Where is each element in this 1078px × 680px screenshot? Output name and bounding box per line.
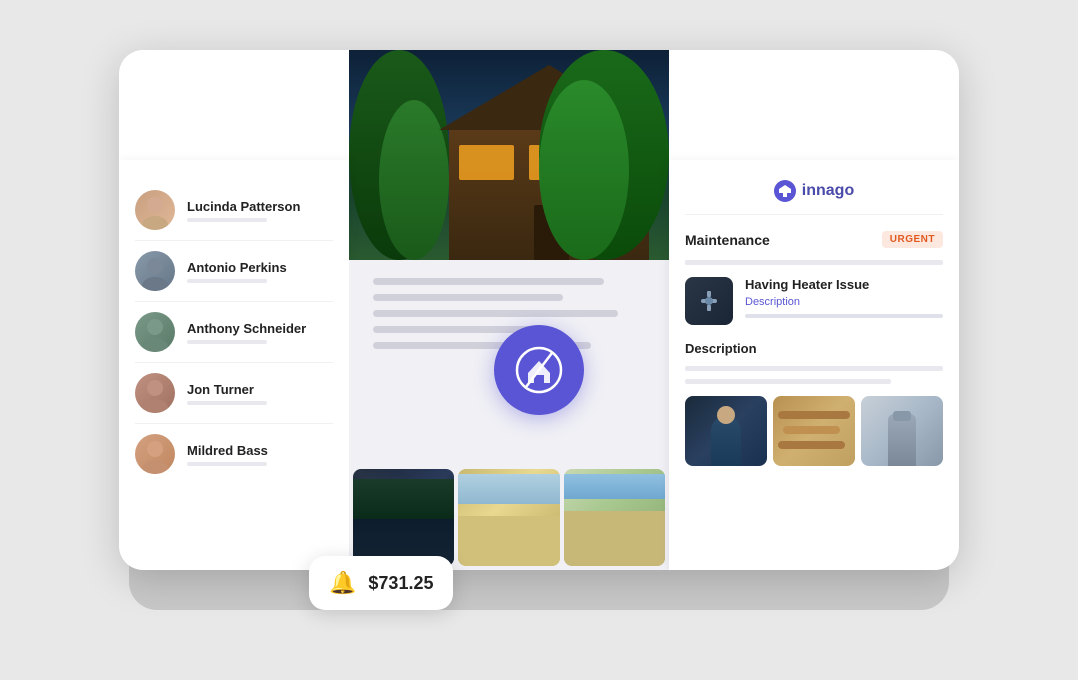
avatar-lucinda [135, 190, 175, 230]
tank-shape [888, 414, 916, 466]
description-title: Description [685, 341, 943, 356]
pipe-3 [778, 441, 845, 449]
tank-top [893, 411, 911, 421]
window-1 [459, 145, 514, 180]
maintenance-photo-pipes[interactable] [773, 396, 855, 466]
photo-row [349, 465, 669, 570]
notification-card[interactable]: 🔔 $731.25 [309, 556, 453, 610]
avatar-antonio [135, 251, 175, 291]
scene: Lucinda Patterson Antonio Perkins [109, 50, 969, 630]
description-section: Description [685, 341, 943, 384]
contact-bar-lucinda [187, 218, 267, 222]
maintenance-panel: innago Maintenance URGENT [669, 160, 959, 570]
contact-info-jon: Jon Turner [187, 382, 333, 405]
contact-info-mildred: Mildred Bass [187, 443, 333, 466]
pipe-2 [783, 426, 840, 434]
heater-issue[interactable]: Having Heater Issue Description [685, 277, 943, 325]
pipe-1 [778, 411, 850, 419]
maintenance-photo-worker[interactable] [685, 396, 767, 466]
avatar-mildred [135, 434, 175, 474]
innago-logo-icon [774, 180, 796, 202]
maintenance-bar [685, 260, 943, 265]
thumb2-sky [458, 474, 559, 504]
heater-desc: Description [745, 296, 943, 308]
content-bar-3 [373, 310, 618, 317]
contact-name-jon: Jon Turner [187, 382, 333, 397]
avatar-anthony [135, 312, 175, 352]
contact-name-mildred: Mildred Bass [187, 443, 333, 458]
contact-bar-antonio [187, 279, 267, 283]
avatar-jon [135, 373, 175, 413]
property-photo-2[interactable] [458, 469, 559, 566]
content-bar-4 [373, 326, 536, 333]
property-photo-3[interactable] [564, 469, 665, 566]
innago-logo: innago [685, 176, 943, 215]
worker-head [717, 406, 735, 424]
thumb3-sky [564, 474, 665, 499]
house-photo [349, 50, 669, 260]
property-photo-1[interactable] [353, 469, 454, 566]
contact-item-jon[interactable]: Jon Turner [135, 363, 333, 424]
heater-info: Having Heater Issue Description [745, 277, 943, 318]
content-bar-1 [373, 278, 604, 285]
desc-bar-2 [685, 379, 891, 384]
desc-bar-1 [685, 366, 943, 371]
maintenance-header: Maintenance URGENT [685, 231, 943, 248]
contact-item-anthony[interactable]: Anthony Schneider [135, 302, 333, 363]
house-overlay [349, 50, 669, 260]
contact-name-anthony: Anthony Schneider [187, 321, 333, 336]
thumb2-house [458, 516, 559, 566]
contact-item-antonio[interactable]: Antonio Perkins [135, 241, 333, 302]
bell-icon: 🔔 [329, 570, 356, 596]
maintenance-photo-tank[interactable] [861, 396, 943, 466]
contact-name-antonio: Antonio Perkins [187, 260, 333, 275]
contact-info-antonio: Antonio Perkins [187, 260, 333, 283]
innago-logo-text: innago [802, 182, 854, 200]
maintenance-title: Maintenance [685, 232, 770, 248]
logo-circle[interactable] [494, 325, 584, 415]
tree-right2-icon [539, 80, 629, 260]
heater-thumb [685, 277, 733, 325]
contact-bar-anthony [187, 340, 267, 344]
contact-item-mildred[interactable]: Mildred Bass [135, 424, 333, 484]
contact-info-anthony: Anthony Schneider [187, 321, 333, 344]
contacts-panel: Lucinda Patterson Antonio Perkins [119, 160, 349, 570]
main-card: Lucinda Patterson Antonio Perkins [119, 50, 959, 570]
heater-title: Having Heater Issue [745, 277, 943, 292]
thumb1-sky [353, 479, 454, 519]
contact-item-lucinda[interactable]: Lucinda Patterson [135, 180, 333, 241]
contact-bar-jon [187, 401, 267, 405]
thumb3-house [564, 511, 665, 566]
contact-bar-mildred [187, 462, 267, 466]
heater-bar [745, 314, 943, 318]
maintenance-photos [685, 396, 943, 466]
notification-amount: $731.25 [368, 573, 433, 594]
house-logo-icon [514, 345, 564, 395]
urgent-badge: URGENT [882, 231, 943, 248]
contacts-list: Lucinda Patterson Antonio Perkins [135, 180, 333, 484]
content-bar-2 [373, 294, 563, 301]
contact-info-lucinda: Lucinda Patterson [187, 199, 333, 222]
contact-name-lucinda: Lucinda Patterson [187, 199, 333, 214]
